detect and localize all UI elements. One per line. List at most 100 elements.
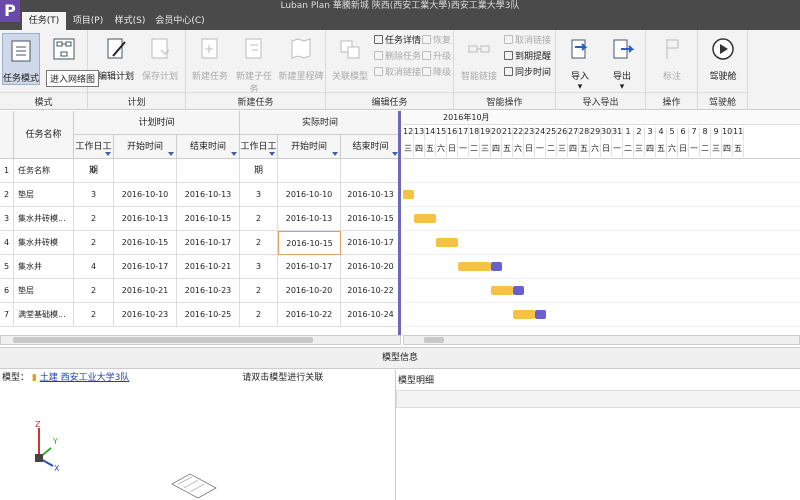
new-task-button[interactable]: 新建任务 [190,36,230,82]
gantt-task-bar[interactable] [513,310,535,319]
menu-tab-task[interactable]: 任务(T) [22,12,66,30]
table-cell-as[interactable]: 2016-10-15 [278,231,341,255]
table-cell-ae[interactable]: 2016-10-24 [341,303,398,327]
table-cell-as[interactable]: 2016-10-10 [278,183,341,207]
gantt-task-bar[interactable] [458,262,491,271]
table-cell-pd[interactable]: 2 [74,279,114,303]
gantt-task-bar-extension[interactable] [535,310,546,319]
table-cell-ae[interactable]: 2016-10-22 [341,279,398,303]
table-cell-id[interactable]: 2 [0,183,14,207]
table-cell-id[interactable]: 1 [0,159,14,183]
table-cell-ps[interactable]: 2016-10-23 [114,303,177,327]
table-cell-pe[interactable]: 2016-10-23 [177,279,240,303]
cockpit-button[interactable]: 驾驶舱 [702,36,744,82]
plan-end-header[interactable]: 结束时间 [177,135,240,159]
model-link[interactable]: 土建 西安工业大学3队 [40,373,130,383]
task-mode-button[interactable]: 任务模式 [2,33,40,85]
table-cell-pd[interactable]: 3 [74,183,114,207]
table-cell-ad[interactable]: 2 [240,303,278,327]
table-cell-ad[interactable]: 2 [240,231,278,255]
plan-duration-header[interactable]: 工作日工期 [74,135,114,176]
table-cell-as[interactable]: 2016-10-22 [278,303,341,327]
table-cell-id[interactable]: 3 [0,207,14,231]
gantt-task-bar[interactable] [436,238,458,247]
filter-dropdown-icon[interactable] [168,152,174,156]
unlink-button[interactable]: 取消链接 [374,66,421,80]
table-cell-name[interactable]: 满堂基础模... [14,303,74,327]
table-cell-name[interactable]: 垫层 [14,279,74,303]
filter-dropdown-icon[interactable] [105,152,111,156]
task-detail-button[interactable]: 任务详情 [374,34,421,48]
table-cell-pd[interactable]: 2 [74,303,114,327]
gantt-task-bar-extension[interactable] [491,262,502,271]
actual-start-header[interactable]: 开始时间 [278,135,341,159]
downgrade-button[interactable]: 降级 [422,66,451,80]
table-cell-name[interactable]: 集水井砖模... [14,207,74,231]
table-cell-pd[interactable]: 2 [74,231,114,255]
actual-duration-header[interactable]: 工作日工期 [240,135,278,176]
table-cell-pe[interactable]: 2016-10-15 [177,207,240,231]
menu-tab-member[interactable]: 会员中心(C) [152,12,208,30]
table-cell-pd[interactable]: 0 [74,159,114,183]
table-horizontal-scrollbar[interactable] [0,335,401,345]
smart-link-button[interactable]: 智能链接 [458,36,500,82]
table-cell-ad[interactable]: 2 [240,279,278,303]
table-cell-as[interactable]: 2016-10-17 [278,255,341,279]
edit-plan-button[interactable]: 编辑计划 [94,36,138,82]
upgrade-button[interactable]: 升级 [422,50,451,64]
table-cell-id[interactable]: 6 [0,279,14,303]
table-cell-name[interactable]: 集水井 [14,255,74,279]
link-model-button[interactable]: 关联模型 [330,36,370,82]
table-cell-ps[interactable]: 2016-10-10 [114,183,177,207]
table-cell-ad[interactable]: 3 [240,255,278,279]
table-cell-ad[interactable]: 3 [240,183,278,207]
due-remind-button[interactable]: 到期提醒 [504,50,551,64]
table-cell-id[interactable]: 7 [0,303,14,327]
gantt-scrollbar-thumb[interactable] [424,337,444,343]
table-cell-pd[interactable]: 4 [74,255,114,279]
network-mode-button[interactable] [44,36,84,69]
restore-button[interactable]: 恢复 [422,34,451,48]
new-subtask-button[interactable]: 新建子任务 [232,36,276,95]
table-cell-as[interactable]: 2016-10-20 [278,279,341,303]
filter-dropdown-icon[interactable] [332,152,338,156]
gantt-task-bar[interactable] [403,190,414,199]
export-button[interactable]: 导出 ▾ [602,36,642,92]
table-cell-pe[interactable] [177,159,240,183]
table-cell-name[interactable]: 集水井砖模 [14,231,74,255]
table-cell-ad[interactable]: 2 [240,207,278,231]
table-cell-as[interactable] [278,159,341,183]
table-cell-name[interactable]: 垫层 [14,183,74,207]
table-cell-ae[interactable]: 2016-10-17 [341,231,398,255]
table-cell-as[interactable]: 2016-10-13 [278,207,341,231]
plan-start-header[interactable]: 开始时间 [114,135,177,159]
table-cell-id[interactable]: 4 [0,231,14,255]
sync-time-button[interactable]: 同步时间 [504,66,551,80]
table-cell-ps[interactable]: 2016-10-17 [114,255,177,279]
gantt-horizontal-scrollbar[interactable] [403,335,800,345]
new-milestone-button[interactable]: 新建里程碑 [278,36,324,82]
table-cell-ad[interactable] [240,159,278,183]
table-cell-ae[interactable]: 2016-10-15 [341,207,398,231]
task-name-header[interactable]: 任务名称 [14,111,74,159]
table-cell-pe[interactable]: 2016-10-25 [177,303,240,327]
table-cell-ps[interactable] [114,159,177,183]
table-cell-pe[interactable]: 2016-10-13 [177,183,240,207]
import-button[interactable]: 导入 ▾ [560,36,600,92]
filter-dropdown-icon[interactable] [231,152,237,156]
cancel-link-button[interactable]: 取消链接 [504,34,551,48]
filter-dropdown-icon[interactable] [269,152,275,156]
save-plan-button[interactable]: 保存计划 [138,36,182,82]
table-cell-ae[interactable] [341,159,398,183]
gantt-task-bar-extension[interactable] [513,286,524,295]
table-cell-ps[interactable]: 2016-10-15 [114,231,177,255]
actual-end-header[interactable]: 结束时间 [341,135,398,159]
table-cell-ps[interactable]: 2016-10-21 [114,279,177,303]
menu-tab-style[interactable]: 样式(S) [110,12,150,30]
table-cell-ae[interactable]: 2016-10-13 [341,183,398,207]
table-cell-ps[interactable]: 2016-10-13 [114,207,177,231]
menu-tab-project[interactable]: 项目(P) [68,12,108,30]
gantt-task-bar[interactable] [491,286,513,295]
gantt-task-bar[interactable] [414,214,436,223]
table-cell-ae[interactable]: 2016-10-20 [341,255,398,279]
